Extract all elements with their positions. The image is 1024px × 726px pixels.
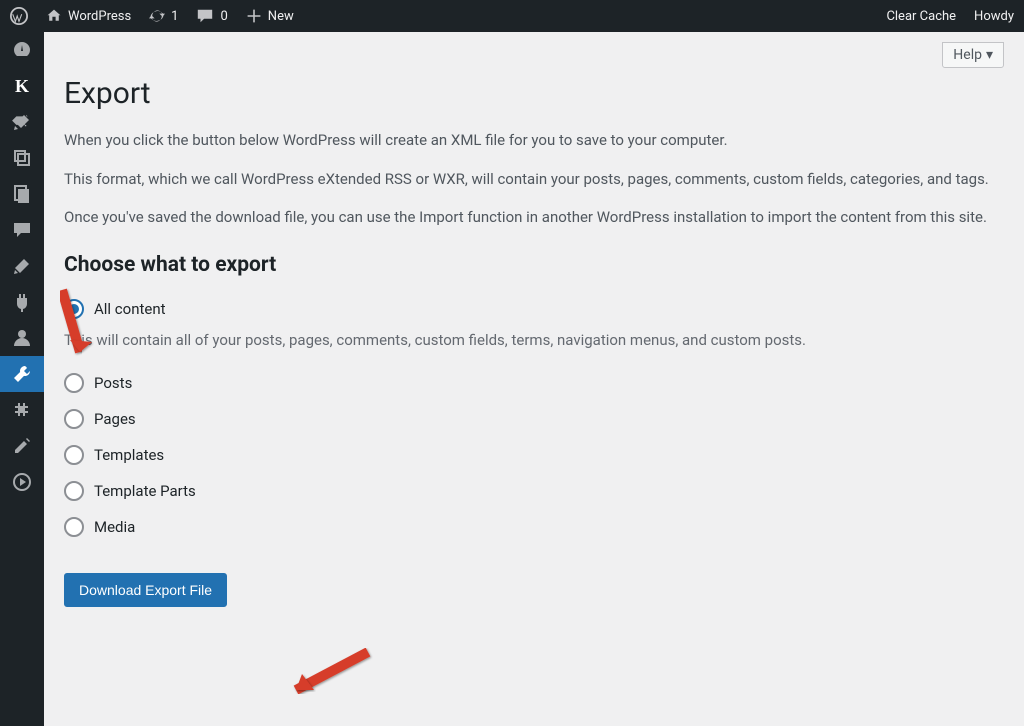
radio-all-content-label[interactable]: All content (94, 300, 166, 318)
comments-link[interactable]: 0 (196, 7, 227, 25)
radio-template-parts-label[interactable]: Template Parts (94, 482, 196, 500)
sidebar-item-settings[interactable] (0, 392, 44, 428)
admin-bar: WordPress 1 0 New Clear Cache Howdy (0, 0, 1024, 32)
sidebar-item-tools[interactable] (0, 356, 44, 392)
sidebar-item-kadence[interactable]: K (0, 68, 44, 104)
sidebar-item-edit[interactable] (0, 428, 44, 464)
comments-count: 0 (220, 9, 227, 24)
sidebar-item-pages[interactable] (0, 176, 44, 212)
download-export-button[interactable]: Download Export File (64, 573, 227, 607)
radio-media-label[interactable]: Media (94, 518, 135, 536)
radio-pages-label[interactable]: Pages (94, 410, 136, 428)
sidebar-item-plugins[interactable] (0, 284, 44, 320)
updates-count: 1 (171, 9, 178, 24)
new-label: New (268, 9, 294, 24)
radio-template-parts[interactable] (64, 481, 84, 501)
site-link[interactable]: WordPress (46, 8, 131, 24)
sidebar-item-dashboard[interactable] (0, 32, 44, 68)
export-desc-2: This format, which we call WordPress eXt… (64, 168, 1004, 191)
sidebar-item-video[interactable] (0, 464, 44, 500)
radio-pages[interactable] (64, 409, 84, 429)
page-title: Export (64, 76, 1004, 111)
page-content: Help ▾ Export When you click the button … (44, 32, 1024, 726)
clear-cache-link[interactable]: Clear Cache (886, 9, 956, 24)
radio-templates-label[interactable]: Templates (94, 446, 164, 464)
radio-media[interactable] (64, 517, 84, 537)
radio-posts-label[interactable]: Posts (94, 374, 132, 392)
export-options: All content This will contain all of you… (64, 299, 1004, 554)
wp-logo-icon[interactable] (10, 7, 28, 25)
account-link[interactable]: Howdy (974, 9, 1014, 24)
help-tab-label: Help (953, 47, 982, 63)
radio-posts[interactable] (64, 373, 84, 393)
radio-templates[interactable] (64, 445, 84, 465)
sidebar-item-posts[interactable] (0, 104, 44, 140)
choose-export-heading: Choose what to export (64, 253, 1004, 277)
sidebar-item-media[interactable] (0, 140, 44, 176)
admin-sidebar: K (0, 32, 44, 726)
sidebar-item-comments[interactable] (0, 212, 44, 248)
radio-all-content[interactable] (64, 299, 84, 319)
new-content-link[interactable]: New (246, 8, 294, 24)
help-tab[interactable]: Help ▾ (942, 42, 1004, 68)
export-desc-3: Once you've saved the download file, you… (64, 206, 1004, 229)
all-content-desc: This will contain all of your posts, pag… (64, 329, 1004, 352)
updates-link[interactable]: 1 (149, 8, 178, 24)
sidebar-item-users[interactable] (0, 320, 44, 356)
chevron-down-icon: ▾ (986, 47, 993, 63)
export-desc-1: When you click the button below WordPres… (64, 129, 1004, 152)
sidebar-item-appearance[interactable] (0, 248, 44, 284)
site-name: WordPress (68, 9, 131, 24)
